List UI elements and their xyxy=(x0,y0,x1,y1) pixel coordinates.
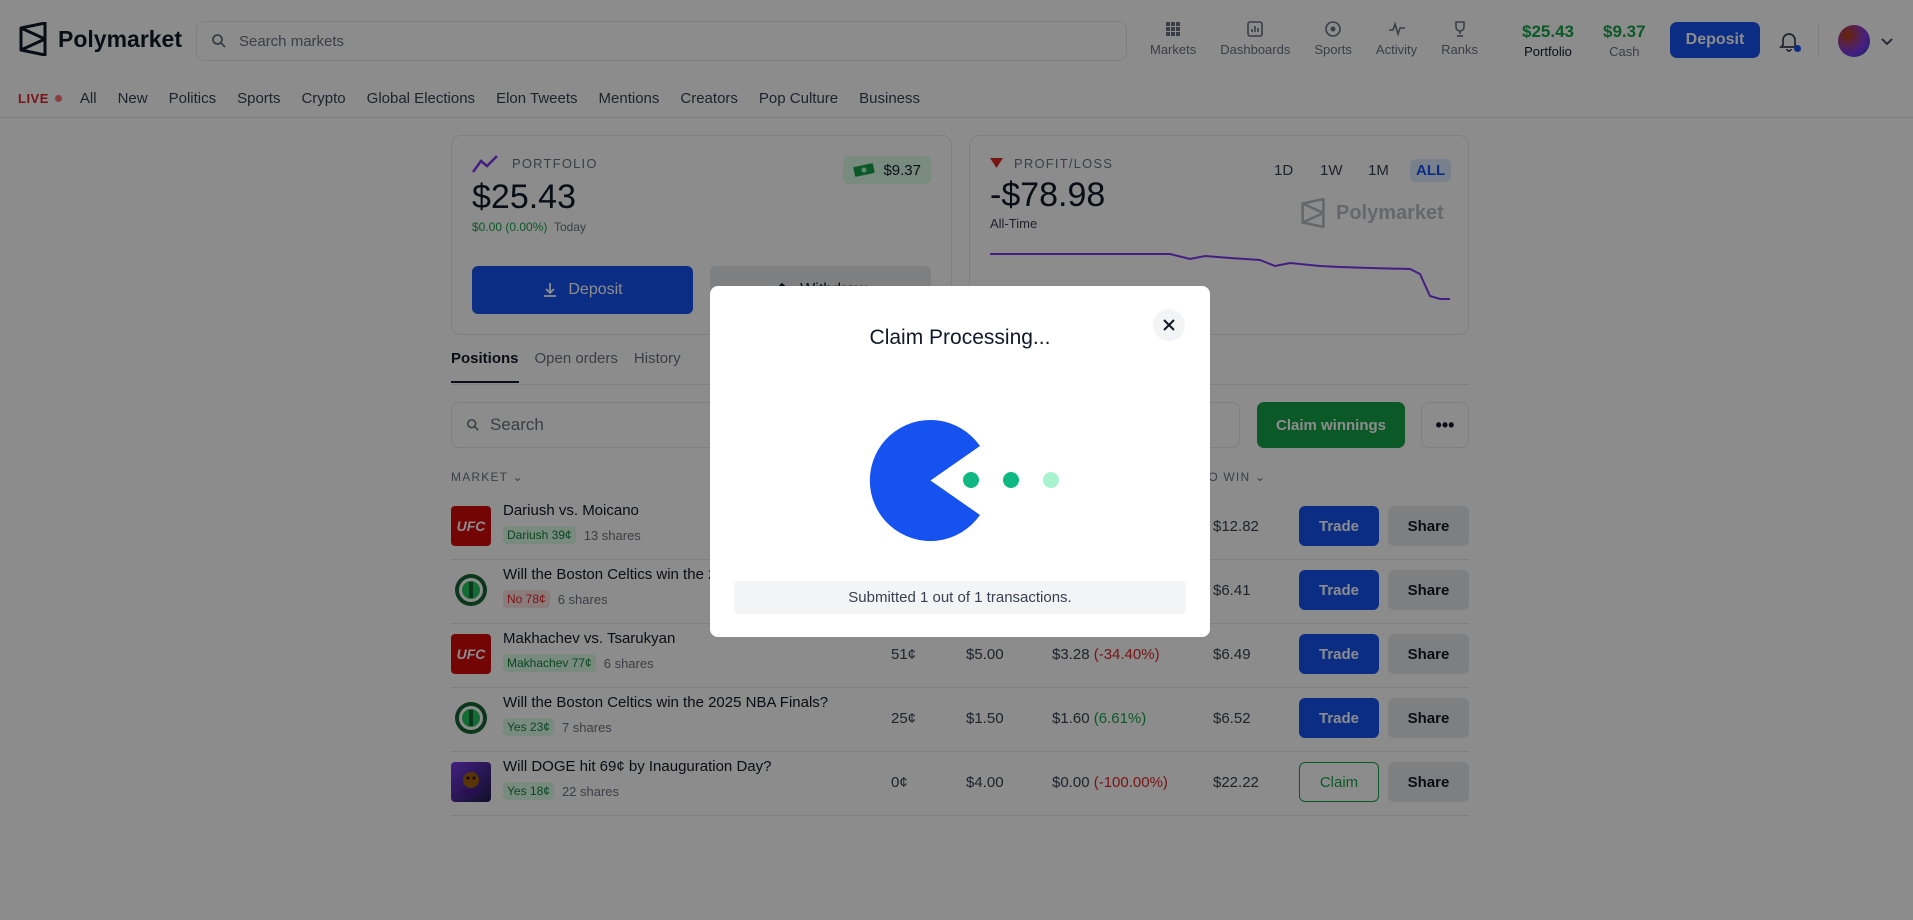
transaction-status: Submitted 1 out of 1 transactions. xyxy=(734,581,1186,614)
close-icon xyxy=(1163,319,1175,331)
modal-close-button[interactable] xyxy=(1153,309,1185,341)
claim-processing-modal: Claim Processing... Submitted 1 out of 1… xyxy=(710,286,1210,637)
loader-dot xyxy=(1003,472,1019,488)
loader-dot xyxy=(963,472,979,488)
loader-dot xyxy=(1043,472,1059,488)
modal-title: Claim Processing... xyxy=(869,326,1051,349)
